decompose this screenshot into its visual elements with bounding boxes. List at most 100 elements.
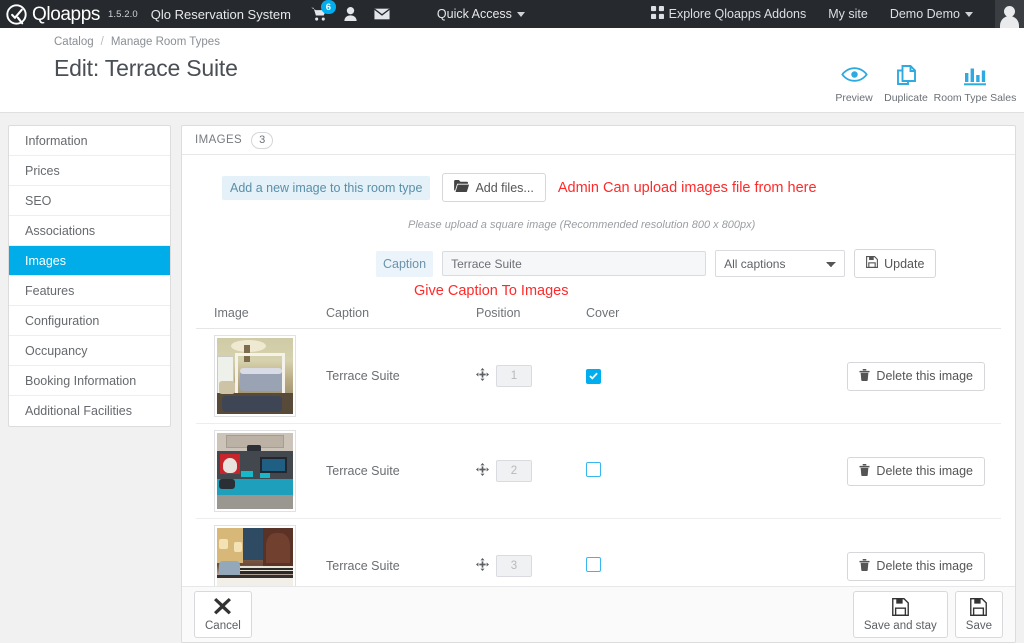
sidebar-item-booking-information[interactable]: Booking Information xyxy=(9,366,170,396)
panel-footer: Cancel Save and stay Save xyxy=(182,586,1015,642)
sidebar-item-label: Occupancy xyxy=(25,343,88,358)
add-files-button[interactable]: Add files... xyxy=(442,173,546,202)
page-body: Information Prices SEO Associations Imag… xyxy=(0,113,1024,643)
table-row: Terrace Suite xyxy=(196,328,1001,424)
room-type-sales-label: Room Type Sales xyxy=(933,92,1017,104)
move-handle-icon[interactable] xyxy=(476,558,489,574)
position-input[interactable] xyxy=(496,365,532,387)
images-table-body: Terrace Suite 1 Delete this image Terrac… xyxy=(196,328,1001,587)
image-thumbnail[interactable] xyxy=(214,525,296,586)
customer-icon[interactable] xyxy=(344,7,357,21)
caption-row: Caption All captions Update xyxy=(196,249,1001,278)
column-header-cover: Cover xyxy=(586,306,676,329)
delete-image-button[interactable]: Delete this image xyxy=(847,456,985,486)
cell-image xyxy=(196,328,326,424)
eye-icon xyxy=(828,61,880,88)
sidebar-item-images[interactable]: Images xyxy=(9,246,170,276)
save-icon xyxy=(866,256,879,271)
breadcrumb-item-catalog[interactable]: Catalog xyxy=(54,36,94,48)
floppy-icon xyxy=(966,597,992,617)
nav-icon-group: 6 xyxy=(311,0,390,21)
sidebar-item-label: Features xyxy=(25,283,75,298)
cancel-label: Cancel xyxy=(205,619,241,632)
room-type-sales-button[interactable]: Room Type Sales xyxy=(932,61,1018,105)
cell-position xyxy=(476,519,586,587)
nav-right-group: Explore Qloapps Addons My site Demo Demo xyxy=(650,0,1024,28)
quick-access-menu[interactable]: Quick Access xyxy=(437,7,525,21)
brand-name: Qloapps xyxy=(32,3,100,25)
room-photo-striped-bed xyxy=(217,528,293,586)
brand-logo-block[interactable]: Qloapps 1.5.2.0 xyxy=(0,3,138,25)
caption-annotation: Give Caption To Images xyxy=(414,283,569,299)
cell-cover xyxy=(586,519,676,587)
image-thumbnail[interactable] xyxy=(214,335,296,417)
cell-caption: Terrace Suite xyxy=(326,423,476,519)
caption-update-button[interactable]: Update xyxy=(854,249,937,278)
position-input[interactable] xyxy=(496,555,532,577)
sidebar-item-configuration[interactable]: Configuration xyxy=(9,306,170,336)
avatar-glyph xyxy=(1000,6,1019,28)
sidebar-item-features[interactable]: Features xyxy=(9,276,170,306)
folder-open-icon xyxy=(454,180,470,195)
position-input[interactable] xyxy=(496,460,532,482)
cover-checkbox[interactable] xyxy=(586,557,601,572)
image-thumbnail[interactable] xyxy=(214,430,296,512)
panel-header: IMAGES 3 xyxy=(182,126,1015,155)
shop-name[interactable]: Qlo Reservation System xyxy=(151,7,291,22)
save-button[interactable]: Save xyxy=(954,590,1003,639)
move-handle-icon[interactable] xyxy=(476,463,489,479)
explore-addons-link[interactable]: Explore Qloapps Addons xyxy=(650,6,806,22)
delete-image-button[interactable]: Delete this image xyxy=(847,551,985,581)
qloapps-logo-icon xyxy=(6,3,27,25)
sidebar-item-occupancy[interactable]: Occupancy xyxy=(9,336,170,366)
images-count-badge: 3 xyxy=(251,131,274,149)
cancel-button[interactable]: Cancel xyxy=(194,590,252,639)
envelope-icon[interactable] xyxy=(373,8,390,20)
cover-checkbox[interactable] xyxy=(586,462,601,477)
sidebar-item-associations[interactable]: Associations xyxy=(9,216,170,246)
table-row: Terrace Suite xyxy=(196,519,1001,587)
avatar[interactable] xyxy=(995,0,1024,28)
images-panel: IMAGES 3 Add a new image to this room ty… xyxy=(181,125,1016,643)
caption-input[interactable] xyxy=(442,251,707,276)
shopping-cart-icon[interactable]: 6 xyxy=(311,0,336,21)
sidebar-item-label: Additional Facilities xyxy=(25,404,132,418)
cell-image xyxy=(196,423,326,519)
sidebar-item-label: Configuration xyxy=(25,313,100,328)
column-header-position: Position xyxy=(476,306,586,329)
breadcrumb-item-manage-room-types[interactable]: Manage Room Types xyxy=(111,36,220,48)
sidebar-item-label: Booking Information xyxy=(25,373,137,388)
upload-hint: Please upload a square image (Recommende… xyxy=(408,219,756,231)
images-table-head: Image Caption Position Cover xyxy=(196,306,1001,329)
trash-icon xyxy=(859,368,870,384)
preview-button[interactable]: Preview xyxy=(828,61,880,105)
sidebar-item-prices[interactable]: Prices xyxy=(9,156,170,186)
sidebar-item-label: Associations xyxy=(25,223,96,238)
cell-actions: Delete this image xyxy=(676,328,1001,424)
employee-menu[interactable]: Demo Demo xyxy=(890,7,973,21)
cover-checkbox[interactable] xyxy=(586,368,601,384)
delete-image-button[interactable]: Delete this image xyxy=(847,361,985,391)
sidebar-item-information[interactable]: Information xyxy=(9,126,170,156)
column-header-image: Image xyxy=(196,306,326,329)
cell-position xyxy=(476,328,586,424)
duplicate-button[interactable]: Duplicate xyxy=(880,61,932,105)
caption-scope-select[interactable]: All captions xyxy=(715,250,846,277)
upload-annotation: Admin Can upload images file from here xyxy=(557,179,817,196)
bar-chart-icon xyxy=(932,61,1018,88)
sidebar-item-additional-facilities[interactable]: Additional Facilities xyxy=(9,396,170,426)
footer-right-group: Save and stay Save xyxy=(852,590,1003,639)
table-row: Terrace Suite xyxy=(196,423,1001,519)
cell-actions: Delete this image xyxy=(676,423,1001,519)
save-and-stay-button[interactable]: Save and stay xyxy=(852,590,948,639)
move-handle-icon[interactable] xyxy=(476,368,489,384)
sidebar-item-label: Prices xyxy=(25,163,60,178)
caption-update-label: Update xyxy=(884,256,925,271)
addons-icon xyxy=(650,6,664,22)
cell-caption: Terrace Suite xyxy=(326,328,476,424)
panel-body: Add a new image to this room type Add fi… xyxy=(182,155,1015,586)
delete-image-label: Delete this image xyxy=(876,559,973,573)
my-site-link[interactable]: My site xyxy=(828,7,868,21)
header-tool-group: Preview Duplicate Room Type Sales xyxy=(828,61,1018,105)
sidebar-item-seo[interactable]: SEO xyxy=(9,186,170,216)
